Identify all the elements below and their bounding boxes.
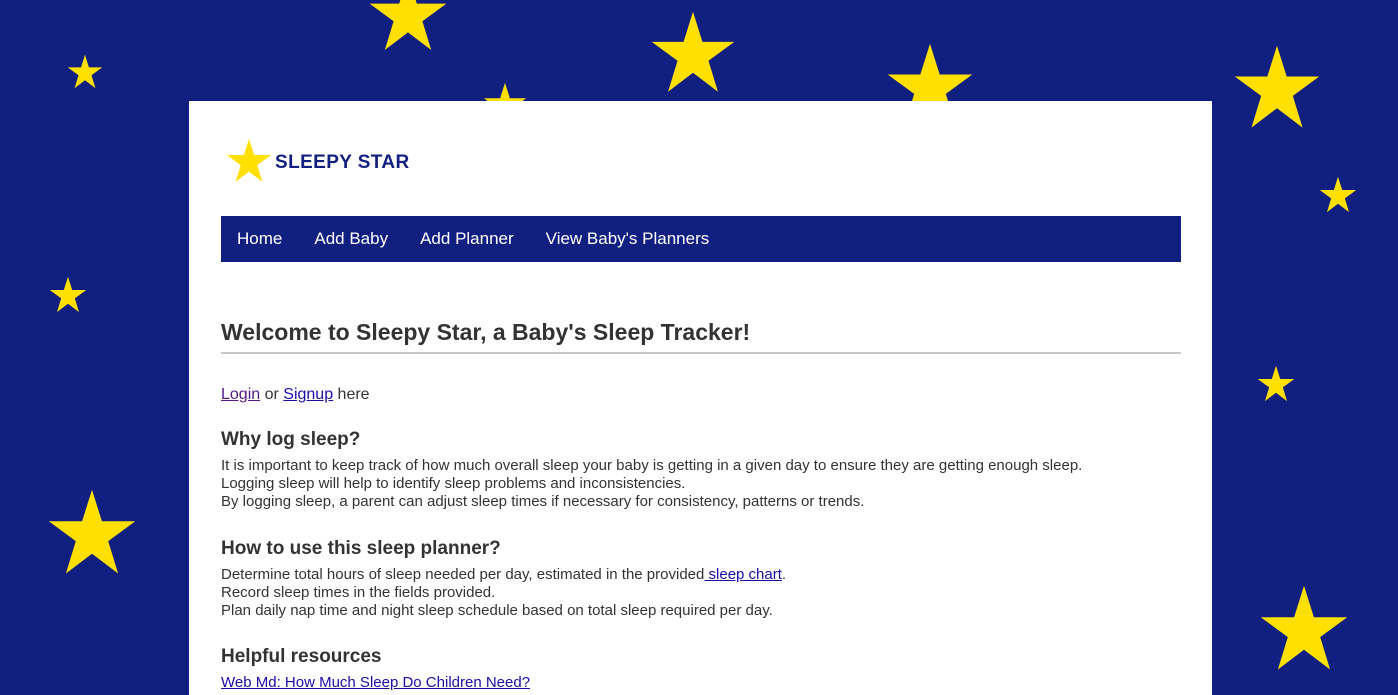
why-log-sleep-section: Why log sleep? It is important to keep t… bbox=[221, 429, 1181, 511]
star-icon bbox=[368, 0, 448, 54]
how-to-use-section: How to use this sleep planner? Determine… bbox=[221, 538, 1181, 620]
auth-line: Login or Signup here bbox=[221, 386, 1181, 404]
login-link[interactable]: Login bbox=[221, 386, 260, 403]
main-nav: Home Add Baby Add Planner View Baby's Pl… bbox=[221, 216, 1181, 262]
star-icon bbox=[66, 54, 104, 90]
star-icon bbox=[1256, 365, 1296, 403]
why-line-3: By logging sleep, a parent can adjust sl… bbox=[221, 493, 865, 510]
star-icon bbox=[648, 10, 738, 96]
helpful-resources-section: Helpful resources Web Md: How Much Sleep… bbox=[221, 646, 1181, 691]
star-icon bbox=[1232, 44, 1322, 132]
why-log-sleep-heading: Why log sleep? bbox=[221, 429, 361, 450]
how-line-1: Determine total hours of sleep needed pe… bbox=[221, 566, 705, 583]
auth-or-text: or bbox=[260, 386, 284, 403]
why-line-1: It is important to keep track of how muc… bbox=[221, 457, 1083, 474]
star-icon bbox=[48, 276, 88, 314]
how-to-use-heading: How to use this sleep planner? bbox=[221, 538, 501, 559]
main-container: SLEEPY STAR Home Add Baby Add Planner Vi… bbox=[189, 101, 1212, 695]
star-icon bbox=[46, 488, 138, 578]
star-icon bbox=[1318, 176, 1358, 214]
auth-here-text: here bbox=[333, 386, 370, 403]
how-line-1-end: . bbox=[781, 566, 787, 583]
how-line-3: Plan daily nap time and night sleep sche… bbox=[221, 602, 773, 619]
how-line-2: Record sleep times in the fields provide… bbox=[221, 584, 496, 601]
why-line-2: Logging sleep will help to identify slee… bbox=[221, 475, 686, 492]
how-to-use-text: Determine total hours of sleep needed pe… bbox=[221, 566, 1181, 620]
main-content: Welcome to Sleepy Star, a Baby's Sleep T… bbox=[221, 319, 1181, 691]
signup-link[interactable]: Signup bbox=[283, 386, 333, 403]
page-title: Welcome to Sleepy Star, a Baby's Sleep T… bbox=[221, 319, 1181, 354]
webmd-link[interactable]: Web Md: How Much Sleep Do Children Need? bbox=[221, 674, 530, 691]
star-icon bbox=[1258, 584, 1350, 674]
nav-view-babys-planners[interactable]: View Baby's Planners bbox=[546, 229, 710, 249]
brand-logo[interactable]: SLEEPY STAR bbox=[226, 138, 410, 184]
sleep-chart-link[interactable]: sleep chart bbox=[704, 566, 782, 583]
nav-add-planner[interactable]: Add Planner bbox=[420, 229, 514, 249]
why-log-sleep-text: It is important to keep track of how muc… bbox=[221, 457, 1181, 511]
nav-home[interactable]: Home bbox=[237, 229, 282, 249]
star-icon bbox=[226, 138, 272, 182]
brand-name: SLEEPY STAR bbox=[275, 152, 410, 173]
nav-add-baby[interactable]: Add Baby bbox=[314, 229, 388, 249]
helpful-resources-heading: Helpful resources bbox=[221, 646, 382, 667]
